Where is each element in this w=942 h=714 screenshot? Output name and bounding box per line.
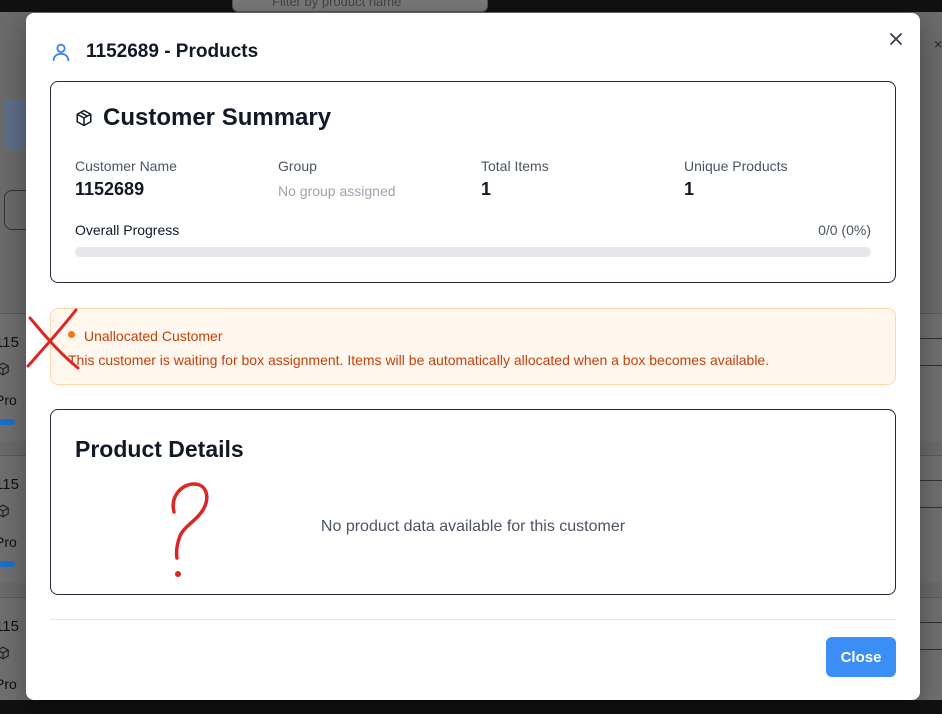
background-box-icon (0, 646, 9, 660)
alert-message: This customer is waiting for box assignm… (68, 352, 770, 368)
customer-summary-card: Customer Summary Customer Name 1152689 G… (50, 81, 896, 283)
background-box-icon (0, 362, 9, 376)
progress-value: 0/0 (0%) (818, 222, 871, 238)
close-icon[interactable] (884, 27, 908, 51)
alert-dot-icon (68, 331, 75, 338)
stat-label: Group (278, 158, 317, 174)
stat-customer-name: Customer Name 1152689 (75, 158, 177, 200)
stat-value: 1 (481, 179, 492, 199)
user-icon (52, 43, 70, 62)
background-close-icon: × (934, 36, 942, 52)
stat-value: No group assigned (278, 183, 396, 199)
stat-unique-products: Unique Products 1 (684, 158, 788, 200)
products-modal: 1152689 - Products Customer Summary Cust… (26, 13, 920, 700)
background-progress-label: Pro (0, 534, 17, 550)
box-icon (76, 109, 92, 127)
close-button[interactable]: Close (826, 637, 896, 677)
stat-label: Unique Products (684, 158, 788, 174)
stat-label: Customer Name (75, 158, 177, 174)
background-bottom-bar (0, 700, 942, 714)
background-progress-label: Pro (0, 676, 17, 692)
stat-label: Total Items (481, 158, 549, 174)
progress-label: Overall Progress (75, 222, 180, 238)
empty-state-message: No product data available for this custo… (320, 518, 626, 535)
stat-group: Group No group assigned (278, 158, 396, 199)
background-filter-placeholder: Filter by product name (272, 0, 402, 9)
product-details-card: Product Details No product data availabl… (50, 409, 896, 595)
alert-title: Unallocated Customer (84, 328, 223, 344)
background-box-icon (0, 504, 9, 518)
unallocated-alert: Unallocated Customer This customer is wa… (50, 308, 896, 385)
background-progress-label: Pro (0, 392, 17, 408)
details-title: Product Details (75, 436, 244, 462)
progress-bar (75, 247, 871, 257)
background-card-label: 115 (0, 476, 19, 493)
summary-title: Customer Summary (103, 104, 332, 131)
modal-header: 1152689 - Products (50, 39, 258, 65)
summary-header: Customer Summary (75, 104, 331, 132)
footer-divider (50, 619, 896, 620)
stat-value: 1152689 (75, 179, 145, 199)
stat-value: 1 (684, 179, 695, 199)
background-card-label: 115 (0, 618, 19, 635)
background-card-label: 115 (0, 334, 19, 351)
stat-total-items: Total Items 1 (481, 158, 549, 200)
background-progress-bar (0, 419, 15, 425)
background-progress-bar (0, 561, 15, 567)
modal-title: 1152689 - Products (86, 41, 259, 62)
